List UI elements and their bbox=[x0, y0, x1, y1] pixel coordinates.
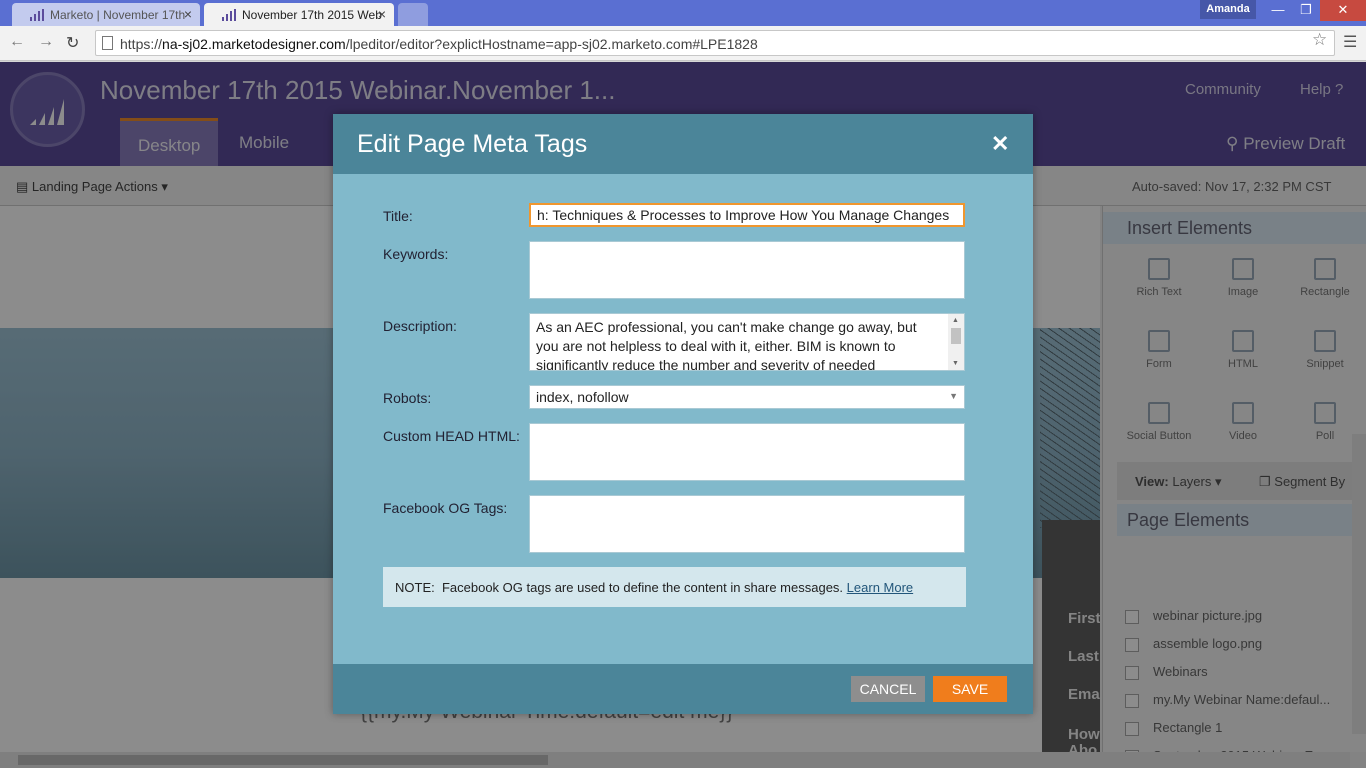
scroll-down-icon[interactable]: ▼ bbox=[952, 360, 959, 367]
keywords-label: Keywords: bbox=[383, 246, 449, 262]
browser-tab-webinar[interactable]: November 17th 2015 Web × bbox=[204, 3, 394, 26]
facebook-og-textarea[interactable] bbox=[529, 495, 965, 553]
scrollbar-thumb[interactable] bbox=[951, 328, 961, 344]
reload-icon[interactable]: ↻ bbox=[66, 33, 79, 53]
tab-close-icon[interactable]: × bbox=[378, 6, 386, 22]
description-text: As an AEC professional, you can't make c… bbox=[536, 319, 917, 370]
url-host: na-sj02.marketodesigner.com bbox=[162, 36, 346, 52]
og-tags-note: NOTE: Facebook OG tags are used to defin… bbox=[383, 567, 966, 607]
dialog-header: Edit Page Meta Tags ✕ bbox=[333, 114, 1033, 174]
url-path: /lpeditor/editor?explictHostname=app-sj0… bbox=[345, 36, 758, 52]
url-input[interactable]: https://na-sj02.marketodesigner.com/lped… bbox=[95, 30, 1335, 56]
window-close-icon[interactable]: ✕ bbox=[1320, 0, 1366, 21]
save-button[interactable]: SAVE bbox=[933, 676, 1007, 702]
browser-tab-marketo[interactable]: Marketo | November 17th × bbox=[12, 3, 200, 26]
description-label: Description: bbox=[383, 318, 457, 334]
address-bar: ← → ↻ https://na-sj02.marketodesigner.co… bbox=[0, 26, 1366, 61]
robots-select[interactable]: index, nofollow ▼ bbox=[529, 385, 965, 409]
url-scheme: https:// bbox=[120, 36, 163, 52]
browser-menu-icon[interactable]: ☰ bbox=[1343, 32, 1357, 52]
chevron-down-icon: ▼ bbox=[949, 391, 958, 401]
keywords-textarea[interactable] bbox=[529, 241, 965, 299]
scroll-up-icon[interactable]: ▲ bbox=[952, 317, 959, 324]
robots-value: index, nofollow bbox=[536, 389, 629, 405]
page-icon bbox=[102, 36, 113, 50]
cancel-button[interactable]: CANCEL bbox=[851, 676, 925, 702]
browser-tab-bar: Marketo | November 17th × November 17th … bbox=[0, 0, 1366, 26]
custom-head-textarea[interactable] bbox=[529, 423, 965, 481]
forward-icon[interactable]: → bbox=[38, 33, 54, 51]
bookmark-star-icon[interactable]: ☆ bbox=[1312, 30, 1327, 50]
tab-close-icon[interactable]: × bbox=[184, 6, 192, 22]
facebook-og-label: Facebook OG Tags: bbox=[383, 500, 508, 516]
description-scrollbar[interactable]: ▲ ▼ bbox=[948, 314, 964, 370]
profile-badge[interactable]: Amanda bbox=[1200, 0, 1256, 19]
learn-more-link[interactable]: Learn More bbox=[847, 580, 913, 595]
note-prefix: NOTE: bbox=[395, 580, 435, 595]
edit-meta-tags-dialog: Edit Page Meta Tags ✕ Title: h: Techniqu… bbox=[333, 114, 1033, 714]
back-icon[interactable]: ← bbox=[9, 33, 25, 51]
marketo-favicon-icon bbox=[222, 9, 236, 21]
dialog-title: Edit Page Meta Tags bbox=[357, 130, 588, 158]
marketo-favicon-icon bbox=[30, 9, 44, 21]
dialog-footer: CANCEL SAVE bbox=[333, 664, 1033, 714]
new-tab-button[interactable] bbox=[398, 3, 428, 26]
note-text: Facebook OG tags are used to define the … bbox=[441, 580, 844, 595]
description-textarea[interactable]: As an AEC professional, you can't make c… bbox=[529, 313, 965, 371]
close-icon[interactable]: ✕ bbox=[991, 131, 1009, 157]
custom-head-label: Custom HEAD HTML: bbox=[383, 428, 520, 444]
tab-title: Marketo | November 17th bbox=[50, 8, 186, 22]
tab-title: November 17th 2015 Web bbox=[242, 8, 382, 22]
minimize-icon[interactable]: — bbox=[1264, 0, 1292, 21]
title-label: Title: bbox=[383, 208, 413, 224]
robots-label: Robots: bbox=[383, 390, 432, 406]
title-input[interactable]: h: Techniques & Processes to Improve How… bbox=[529, 203, 965, 227]
maximize-icon[interactable]: ❐ bbox=[1292, 0, 1320, 21]
